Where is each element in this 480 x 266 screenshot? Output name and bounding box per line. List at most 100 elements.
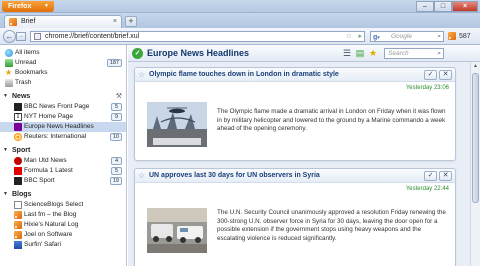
unread-count-badge: 5 (111, 167, 122, 175)
section-title: News (12, 93, 31, 100)
unread-count-badge: 9 (111, 113, 122, 121)
collapse-triangle-icon[interactable]: ▼ (3, 189, 8, 200)
sidebar-section-sport[interactable]: ▼ Sport (0, 145, 126, 156)
sidebar-item-lastfm[interactable]: Last fm – the Blog (0, 210, 126, 220)
scroll-up-icon[interactable]: ▲ (471, 62, 480, 71)
article-header: ☆ UN approves last 30 days for UN observ… (135, 169, 455, 183)
sidebar-item-bbc-news[interactable]: BBC News Front Page 5 (0, 102, 126, 112)
close-tab-icon[interactable]: × (113, 16, 117, 28)
list-view-icon[interactable]: ☰ (342, 48, 352, 58)
article-headline[interactable]: UN approves last 30 days for UN observer… (149, 170, 320, 182)
sidebar-item-man-utd[interactable]: Man Utd News 4 (0, 156, 126, 166)
unread-count-badge: 5 (111, 103, 122, 111)
sidebar-item-reuters[interactable]: Reuters: International 10 (0, 132, 126, 142)
manutd-icon (14, 157, 22, 165)
f1-icon (14, 167, 22, 175)
search-icon[interactable]: ⌕ (437, 49, 441, 58)
safari-icon (14, 241, 22, 249)
sidebar-item-bookmarks[interactable]: ★ Bookmarks (0, 68, 126, 78)
section-title: Sport (12, 147, 31, 154)
sidebar-section-news[interactable]: ▼ News ⚒ (0, 91, 126, 102)
sidebar-item-unread[interactable]: Unread 187 (0, 58, 126, 68)
view-options: ☰ ▤ ★ (342, 48, 378, 58)
starred-filter-icon[interactable]: ★ (368, 48, 378, 58)
sidebar-item-nyt[interactable]: T NYT Home Page 9 (0, 112, 126, 122)
reload-icon[interactable]: ▸ (358, 32, 362, 41)
vertical-scrollbar[interactable]: ▲ (470, 62, 480, 266)
collapse-triangle-icon[interactable]: ▼ (3, 145, 8, 156)
collapse-triangle-icon[interactable]: ▼ (3, 91, 8, 102)
new-tab-button[interactable]: + (125, 16, 137, 27)
article-photo (147, 208, 207, 253)
sidebar-item-surfin-safari[interactable]: Surfin' Safari (0, 240, 126, 250)
title-bar: Firefox ▼ – □ × (0, 0, 480, 13)
sidebar-item-label: Hixie's Natural Log (24, 221, 79, 228)
search-icon[interactable]: ⌕ (437, 32, 441, 41)
google-icon[interactable]: g▾ (373, 33, 380, 43)
sidebar-item-label: Reuters: International (24, 133, 87, 140)
tab-bar: Brief × + (0, 13, 480, 28)
scrollbar-thumb[interactable] (472, 73, 479, 203)
article-photo (147, 102, 207, 147)
forward-button[interactable]: → (16, 32, 26, 41)
article-card[interactable]: ☆ Olympic flame touches down in London i… (134, 67, 456, 161)
article-body: The U.N. Security Council unanimously ap… (217, 209, 446, 242)
sidebar-item-joel[interactable]: Joel on Software (0, 230, 126, 240)
maximize-button[interactable]: □ (434, 1, 452, 12)
mark-read-button[interactable]: ✓ (424, 171, 437, 181)
article-timestamp: Yesterday 23:06 (405, 85, 449, 91)
mark-read-icon[interactable]: ▤ (355, 48, 365, 58)
sidebar-item-scienceblogs[interactable]: ScienceBlogs Select (0, 200, 126, 210)
sidebar-item-europe-news[interactable]: Europe News Headlines (0, 122, 126, 132)
delete-article-button[interactable]: ✕ (439, 70, 452, 80)
feed-search-placeholder: Search (388, 50, 409, 57)
firefox-menu-button[interactable]: Firefox ▼ (2, 1, 54, 12)
article-actions: ✓ ✕ (424, 171, 452, 181)
sidebar-item-label: All items (15, 49, 40, 56)
trash-icon (5, 79, 13, 87)
rss-icon (14, 211, 22, 219)
sidebar-item-formula-1[interactable]: Formula 1 Latest 5 (0, 166, 126, 176)
feed-count-indicator[interactable]: 587 (448, 32, 471, 41)
article-card[interactable]: ☆ UN approves last 30 days for UN observ… (134, 168, 456, 266)
star-outline-icon[interactable]: ☆ (138, 171, 145, 181)
article-body: The Olympic flame made a dramatic arriva… (217, 108, 446, 132)
sidebar-item-label: BBC Sport (24, 177, 55, 184)
yahoo-icon (14, 123, 22, 131)
minimize-button[interactable]: – (416, 1, 434, 12)
reuters-icon (14, 133, 22, 141)
sidebar-item-hixie[interactable]: Hixie's Natural Log (0, 220, 126, 230)
bookmark-star-icon[interactable]: ☆ (346, 32, 352, 41)
url-bar[interactable]: chrome://brief/content/brief.xul ☆ ▸ (30, 31, 365, 42)
delete-article-button[interactable]: ✕ (439, 171, 452, 181)
rss-icon (448, 32, 456, 41)
sidebar-item-trash[interactable]: Trash (0, 78, 126, 88)
feed-title: Europe News Headlines (147, 48, 250, 58)
mark-read-button[interactable]: ✓ (424, 70, 437, 80)
rss-icon (14, 221, 22, 229)
sidebar-item-label: Bookmarks (15, 69, 48, 76)
sidebar-item-label: Surfin' Safari (24, 241, 62, 248)
url-text: chrome://brief/content/brief.xul (45, 33, 140, 40)
sidebar-item-label: Last fm – the Blog (24, 211, 77, 218)
sidebar-section-blogs[interactable]: ▼ Blogs (0, 189, 126, 200)
tools-icon[interactable]: ⚒ (116, 91, 122, 102)
star-outline-icon[interactable]: ☆ (138, 70, 145, 80)
sidebar-item-label: Formula 1 Latest (24, 167, 73, 174)
unread-count-badge: 10 (109, 133, 122, 141)
navigation-bar: ← → chrome://brief/content/brief.xul ☆ ▸… (0, 28, 480, 45)
article-actions: ✓ ✕ (424, 70, 452, 80)
tab-brief[interactable]: Brief × (4, 15, 122, 28)
close-window-button[interactable]: × (452, 1, 478, 12)
article-headline[interactable]: Olympic flame touches down in London in … (149, 69, 339, 81)
sidebar-item-label: NYT Home Page (24, 113, 74, 120)
feed-search-input[interactable]: Search ⌕ (384, 48, 444, 59)
sidebar-item-bbc-sport[interactable]: BBC Sport 19 (0, 176, 126, 186)
firefox-menu-label: Firefox (8, 3, 32, 10)
rss-icon (9, 18, 17, 26)
bulb-icon (5, 49, 13, 57)
sidebar-item-all-items[interactable]: All items (0, 48, 126, 58)
back-button[interactable]: ← (3, 30, 16, 43)
feed-count: 587 (458, 33, 471, 40)
search-bar[interactable]: g▾ Google ⌕ (370, 31, 444, 42)
